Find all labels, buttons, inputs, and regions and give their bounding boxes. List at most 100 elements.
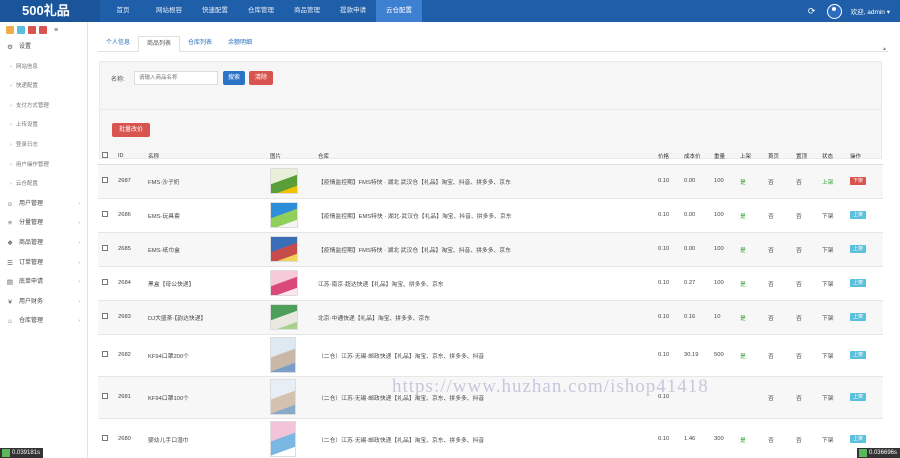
- watermark: https://www.huzhan.com/ishop41418: [392, 376, 709, 397]
- sidebar-group[interactable]: ▤ 底单申请 ›: [0, 273, 87, 293]
- product-thumbnail[interactable]: [270, 202, 298, 228]
- tab[interactable]: 个人信息: [98, 36, 138, 52]
- product-thumbnail[interactable]: [270, 236, 298, 262]
- reset-button[interactable]: 清除: [249, 71, 273, 85]
- column-header: 成本价: [680, 149, 710, 165]
- tab[interactable]: 余额明细: [220, 36, 260, 52]
- table-header-row: ID 名称 图片 仓库 价格 成本价 重量 上架 首页 置顶 状态 操作: [98, 149, 883, 165]
- search-button[interactable]: 搜索: [223, 71, 245, 85]
- product-thumbnail[interactable]: [270, 270, 298, 296]
- row-checkbox[interactable]: [98, 232, 114, 267]
- cell-weight: 100: [710, 198, 736, 233]
- cell-on-shelf: [736, 376, 764, 419]
- scroll-up-icon[interactable]: ▲: [882, 46, 887, 52]
- product-thumbnail[interactable]: [270, 379, 296, 415]
- shortcut-button[interactable]: [6, 26, 14, 34]
- shortcut-button[interactable]: [39, 26, 47, 34]
- table-body: 2687 FMS·沙子奶 【疫情监控期】FMS特快 · 湖北 武汉仓【礼品】淘宝、抖…: [98, 164, 883, 458]
- product-thumbnail[interactable]: [270, 421, 296, 457]
- nav-item[interactable]: 网站根容: [146, 0, 192, 22]
- sidebar-subitem[interactable]: 上传设置: [0, 116, 87, 136]
- cell-action: 下架: [846, 164, 883, 199]
- row-checkbox[interactable]: [98, 334, 114, 377]
- avatar[interactable]: [826, 3, 842, 19]
- sidebar-group[interactable]: ⌂ 仓库管理 ›: [0, 312, 87, 332]
- cell-cost: 1.46: [680, 418, 710, 458]
- sidebar-group[interactable]: ≡ 分量管理 ›: [0, 214, 87, 234]
- chevron-right-icon: ›: [78, 259, 80, 266]
- cell-status: 下架: [818, 334, 846, 377]
- row-checkbox[interactable]: [98, 164, 114, 199]
- chevron-right-icon: ›: [78, 279, 80, 286]
- sidebar-subitem[interactable]: 支付方式管理: [0, 97, 87, 117]
- cell-weight: 300: [710, 418, 736, 458]
- cell-on-shelf: 是: [736, 300, 764, 335]
- sidebar-group[interactable]: ☺ 用户管理 ›: [0, 195, 87, 215]
- row-checkbox[interactable]: [98, 418, 114, 458]
- cell-id: 2682: [114, 334, 144, 377]
- brand-logo[interactable]: 500礼品: [0, 0, 100, 22]
- cell-weight: 100: [710, 164, 736, 199]
- cell-on-shelf: 是: [736, 164, 764, 199]
- sidebar-group[interactable]: ⚙ 设置: [0, 38, 87, 58]
- cell-top: 否: [792, 418, 818, 458]
- cell-price: 0.10: [654, 334, 680, 377]
- sidebar-subitem[interactable]: 网站信息: [0, 58, 87, 78]
- toggle-shelf-button[interactable]: 上架: [850, 393, 867, 401]
- sidebar-subitem[interactable]: 云仓配置: [0, 175, 87, 195]
- tab[interactable]: 商品列表: [138, 36, 181, 52]
- sidebar-group-label: 商品管理: [19, 239, 44, 246]
- top-right-area: ⟳ 欢迎, admin ▾: [806, 0, 890, 22]
- batch-price-button[interactable]: 批量改价: [112, 123, 150, 137]
- toggle-shelf-button[interactable]: 上架: [850, 351, 867, 359]
- select-all-checkbox[interactable]: [98, 149, 114, 165]
- shortcut-button[interactable]: [17, 26, 25, 34]
- product-thumbnail[interactable]: [270, 304, 298, 330]
- sidebar-group[interactable]: ❖ 商品管理 ›: [0, 234, 87, 254]
- sidebar-subitem[interactable]: 登录日志: [0, 136, 87, 156]
- product-thumbnail[interactable]: [270, 168, 298, 194]
- column-header: 操作: [846, 149, 883, 165]
- toggle-shelf-button[interactable]: 上架: [850, 313, 867, 321]
- sidebar-group[interactable]: ☰ 订单管理 ›: [0, 254, 87, 274]
- toggle-shelf-button[interactable]: 上架: [850, 435, 867, 443]
- cell-price: 0.10: [654, 164, 680, 199]
- cell-weight: 100: [710, 266, 736, 301]
- cell-id: 2681: [114, 376, 144, 419]
- nav-item[interactable]: 商品管理: [284, 0, 330, 22]
- nav-item[interactable]: 快速配置: [192, 0, 238, 22]
- toggle-shelf-button[interactable]: 下架: [850, 177, 867, 185]
- user-menu[interactable]: 欢迎, admin ▾: [851, 6, 890, 16]
- sidebar-group[interactable]: ¥ 用户财务 ›: [0, 293, 87, 313]
- product-thumbnail[interactable]: [270, 337, 296, 373]
- cell-id: 2687: [114, 164, 144, 199]
- toggle-shelf-button[interactable]: 上架: [850, 279, 867, 287]
- cell-name: 黑盒【母公快递】: [144, 266, 266, 301]
- tab[interactable]: 仓库列表: [180, 36, 220, 52]
- row-checkbox[interactable]: [98, 300, 114, 335]
- cell-status: 下架: [818, 266, 846, 301]
- nav-item[interactable]: 仓库管理: [238, 0, 284, 22]
- cell-price: 0.10: [654, 198, 680, 233]
- refresh-icon[interactable]: ⟳: [806, 5, 818, 17]
- column-header: ID: [114, 149, 144, 165]
- user-icon: ☺: [6, 200, 14, 208]
- menu-toggle-icon[interactable]: ≡: [54, 27, 58, 34]
- search-input[interactable]: [134, 71, 218, 85]
- sidebar-subitem[interactable]: 快递配置: [0, 77, 87, 97]
- row-checkbox[interactable]: [98, 376, 114, 419]
- row-checkbox[interactable]: [98, 266, 114, 301]
- toggle-shelf-button[interactable]: 上架: [850, 211, 867, 219]
- cell-name: 婴幼儿手口湿巾: [144, 418, 266, 458]
- toggle-shelf-button[interactable]: 上架: [850, 245, 867, 253]
- sidebar-subitem[interactable]: 用户操作管理: [0, 156, 87, 176]
- nav-item[interactable]: 云仓配置: [376, 0, 422, 22]
- cell-id: 2683: [114, 300, 144, 335]
- cell-name: FMS·沙子奶: [144, 164, 266, 199]
- fps-meter-right: 0.036696s: [856, 448, 900, 458]
- search-panel: 名称: 搜索 清除: [99, 61, 882, 113]
- row-checkbox[interactable]: [98, 198, 114, 233]
- nav-item[interactable]: 提款申请: [330, 0, 376, 22]
- nav-item[interactable]: 首页: [100, 0, 146, 22]
- shortcut-button[interactable]: [28, 26, 36, 34]
